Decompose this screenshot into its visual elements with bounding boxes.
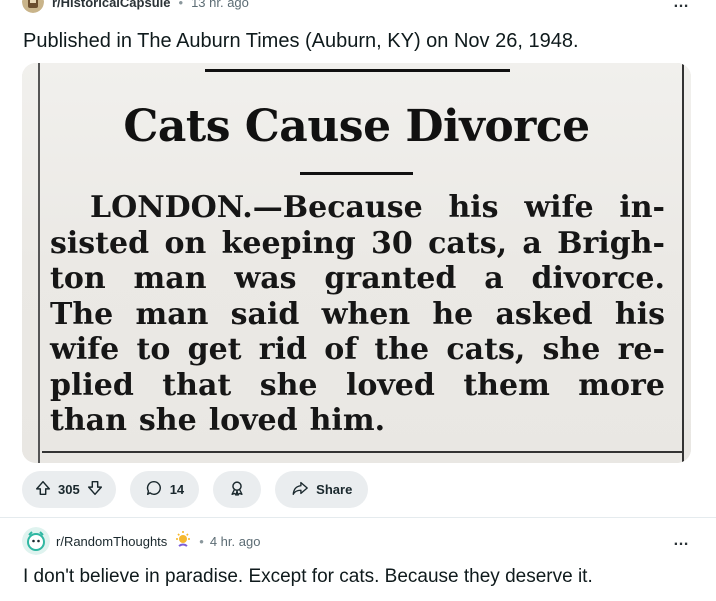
article-word: Brigh-	[557, 225, 665, 261]
article-word: wife	[524, 190, 594, 225]
upvote-icon[interactable]	[34, 479, 52, 500]
article-line: LONDON.—Because his wife in-	[50, 190, 665, 226]
article-word: she	[542, 332, 601, 367]
downvote-icon[interactable]	[86, 479, 104, 500]
share-button[interactable]: Share	[275, 471, 369, 508]
article-word: said	[230, 296, 300, 332]
subreddit-avatar[interactable]	[22, 0, 44, 13]
post-header: r/HistoricalCapsule • 13 hr. ago	[22, 0, 249, 13]
separator-dot: •	[178, 0, 184, 10]
article-word: ton	[50, 261, 106, 296]
article-line: sisted on keeping 30 cats, a Brigh-	[50, 226, 665, 262]
article-word: him.	[309, 403, 386, 438]
feed-divider	[0, 517, 716, 518]
post-age: 13 hr. ago	[191, 0, 249, 10]
article-word: them	[463, 367, 550, 403]
newspaper-clipping: Cats Cause Divorce LONDON.—Because his wif…	[22, 63, 691, 463]
article-word: granted	[324, 261, 457, 296]
comments-button[interactable]: 14	[129, 471, 200, 508]
separator-dot: •	[199, 533, 204, 549]
subreddit-name[interactable]: r/RandomThoughts	[56, 534, 167, 549]
vote-count: 305	[58, 482, 80, 497]
vote-pill: 305	[22, 471, 116, 508]
post2-header: r/RandomThoughts • 4 hr. ago	[22, 527, 260, 555]
article-word: than	[50, 403, 127, 438]
sun-award-icon	[173, 530, 193, 553]
article-word: loved	[208, 403, 298, 438]
article-line: than she loved him.	[50, 403, 665, 439]
article-word: The	[50, 296, 114, 332]
post-image[interactable]: Cats Cause Divorce LONDON.—Because his wif…	[22, 63, 691, 463]
article-word: re-	[617, 332, 665, 367]
article-word: loved	[345, 367, 435, 403]
article-word: sisted	[50, 225, 150, 261]
article-word: a	[484, 261, 504, 296]
article-word: keeping	[221, 225, 356, 261]
post-action-bar: 305 14 Share	[22, 471, 369, 508]
top-rule	[205, 69, 510, 72]
article-line: ton man was granted a divorce.	[50, 261, 665, 297]
share-icon	[291, 479, 309, 500]
bottom-rule	[42, 451, 682, 453]
article-word: LONDON.—Because	[90, 190, 423, 225]
article-word: on	[164, 225, 207, 261]
more-options-icon[interactable]: …	[673, 532, 690, 550]
post-title[interactable]: Published in The Auburn Times (Auburn, K…	[23, 30, 579, 53]
award-button[interactable]	[213, 471, 262, 508]
comment-icon	[145, 479, 163, 500]
post-title[interactable]: I don't believe in paradise. Except for …	[23, 566, 593, 588]
article-word: in-	[619, 190, 665, 225]
article-word: man	[133, 261, 207, 296]
article-word: rid	[258, 332, 307, 367]
article-word: when	[321, 296, 411, 332]
article-word: of	[324, 332, 358, 367]
clipping-article: LONDON.—Because his wife in-sisted on keeping…	[50, 190, 665, 439]
post-age: 4 hr. ago	[209, 533, 261, 549]
award-icon	[228, 479, 246, 500]
article-word: get	[187, 332, 242, 367]
clipping-headline: Cats Cause Divorce	[123, 101, 590, 152]
article-line: The man said when he asked his	[50, 297, 665, 333]
article-word: she	[259, 367, 318, 403]
article-word: cats,	[428, 225, 508, 261]
article-word: that	[162, 367, 232, 403]
article-word: a	[522, 225, 542, 261]
article-word: plied	[50, 367, 134, 403]
article-word: divorce.	[531, 261, 665, 296]
article-word: his	[614, 296, 665, 332]
article-word: the	[374, 332, 430, 367]
article-word: more	[578, 367, 665, 403]
subreddit-avatar[interactable]	[22, 527, 50, 555]
article-word: man	[135, 296, 209, 332]
article-word: asked	[495, 296, 593, 332]
more-options-icon[interactable]: …	[673, 0, 690, 12]
share-label: Share	[316, 482, 353, 497]
article-word: to	[136, 332, 171, 367]
article-word: wife	[50, 332, 120, 367]
article-word: she	[138, 403, 197, 438]
article-word: he	[432, 296, 474, 332]
article-word: cats,	[446, 332, 526, 367]
article-word: his	[448, 190, 499, 225]
headline-rule	[300, 172, 413, 175]
article-word: 30	[371, 225, 413, 261]
article-word: was	[234, 261, 297, 296]
subreddit-name[interactable]: r/HistoricalCapsule	[52, 0, 171, 10]
article-line: wife to get rid of the cats, she re-	[50, 332, 665, 368]
comment-count: 14	[169, 482, 185, 497]
article-line: plied that she loved them more	[50, 368, 665, 404]
